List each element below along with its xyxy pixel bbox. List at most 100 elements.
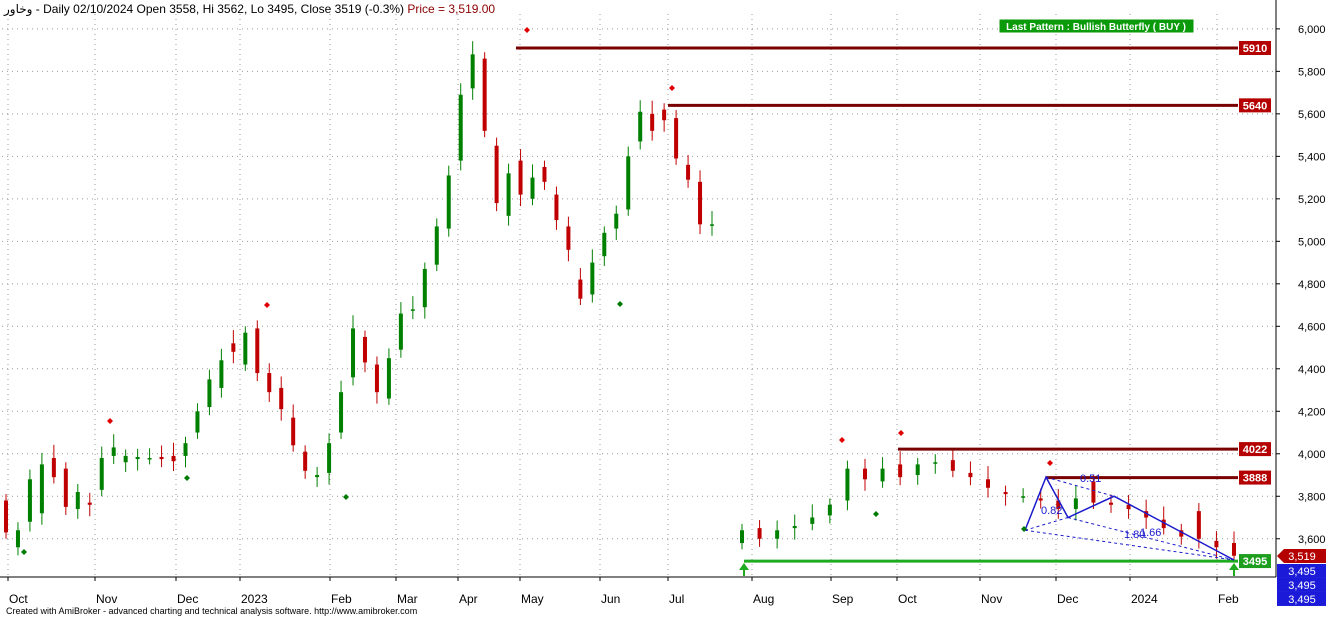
candle-body [398,313,403,350]
candle-body [1214,540,1219,548]
candle-body [482,58,487,131]
y-tick-label: 5,000 [1298,236,1326,248]
y-tick-label: 5,200 [1298,194,1326,206]
stacked-price-label: 3,495 [1288,580,1316,592]
candle-body [968,472,973,478]
candle-body [255,328,260,374]
x-tick-label: Mar [397,592,418,606]
x-tick-label: Dec [1057,592,1078,606]
y-tick-label: 4,800 [1298,279,1326,291]
x-tick-label: Oct [898,592,917,606]
candle-body [566,226,571,250]
candle-body [638,111,643,142]
candle-body [123,455,128,463]
x-tick-label: 2023 [241,592,268,606]
x-tick-label: Dec [177,592,198,606]
x-tick-label: Nov [981,592,1002,606]
candle-body [1021,496,1026,498]
y-tick-label: 5,400 [1298,151,1326,163]
y-tick-label: 4,200 [1298,406,1326,418]
candle-body [51,458,56,478]
candle-body [986,479,990,488]
candle-body [810,517,815,524]
candle-body [327,443,332,473]
candle-body [880,468,885,482]
candle-body [386,358,391,399]
x-tick-label: 2024 [1131,592,1158,606]
candle-body [1073,498,1078,510]
candle-body [27,479,32,522]
candle-body [1196,511,1201,539]
candle-body [494,145,499,204]
candle-body [422,268,427,308]
candle-body [614,213,619,229]
pattern-ratio-label: 0.51 [1080,473,1101,485]
candle-body [602,232,607,257]
ticker-symbol: وخاور [4,2,33,16]
candle-body [75,492,80,510]
candle-body [674,118,679,159]
candle-body [87,502,92,505]
candle-body [662,109,667,121]
candle-body [147,458,152,460]
x-tick-label: Feb [1218,592,1239,606]
y-tick-label: 3,800 [1298,491,1326,503]
candle-body [410,309,415,311]
candle-body [458,94,463,161]
candle-body [686,164,691,180]
candle-body [39,464,44,514]
y-tick-label: 4,400 [1298,364,1326,376]
candle-body [590,262,595,295]
candle-body [171,455,176,462]
candle-body [231,343,236,352]
candle-body [291,417,296,446]
x-tick-label: May [521,592,544,606]
candle-body [578,279,583,299]
level-label: 4022 [1243,444,1267,456]
pattern-label-box: Last Pattern : Bullish Butterfly ( BUY ) [998,18,1195,34]
candle-body [554,194,559,221]
candle-body [195,411,200,433]
y-tick-label: 3,600 [1298,534,1326,546]
candle-body [267,373,272,393]
y-tick-label: 5,600 [1298,109,1326,121]
x-tick-label: Apr [459,592,478,606]
candle-body [351,328,356,378]
candle-body [339,392,344,433]
x-tick-label: Jul [669,592,684,606]
candle-body [183,443,188,456]
ohlc-info: - Daily 02/10/2024 Open 3558, Hi 3562, L… [32,2,405,16]
candle-body [898,464,903,478]
candle-body [315,475,320,478]
candle-body [159,456,164,460]
pattern-ratio-label: 1.80 [1124,529,1145,541]
candle-body [1038,498,1043,501]
candle-body [950,460,955,471]
candle-body [374,364,379,393]
y-tick-label: 6,000 [1298,24,1326,36]
candle-body [1003,492,1008,495]
candle-body [933,462,938,464]
candle-body [362,336,367,363]
y-tick-label: 4,000 [1298,449,1326,461]
candle-body [626,156,631,210]
x-tick-label: Aug [753,592,774,606]
candle-body [827,504,832,516]
candle-body [915,464,920,476]
candle-body [207,379,212,408]
y-tick-label: 5,800 [1298,66,1326,78]
candle-body [470,54,475,89]
candle-body [530,177,535,199]
chart-header: وخاور - Daily 02/10/2024 Open 3558, Hi 3… [4,2,495,16]
candle-body [111,447,116,456]
candle-body [4,500,8,533]
x-tick-label: Feb [331,592,352,606]
candle-body [740,530,744,544]
x-tick-label: Sep [832,592,854,606]
stacked-price-label: 3,495 [1288,594,1316,606]
candle-body [219,360,224,388]
level-label: 5640 [1243,100,1267,112]
candle-body [775,530,780,539]
candle-body [63,468,68,507]
y-tick-label: 4,600 [1298,321,1326,333]
